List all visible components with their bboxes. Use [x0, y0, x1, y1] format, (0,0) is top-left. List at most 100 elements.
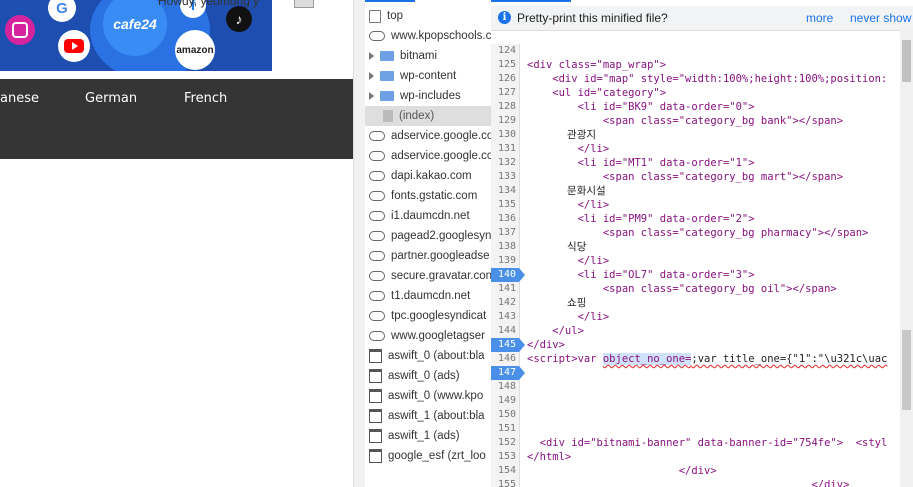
tree-item[interactable]: wp-content: [365, 66, 491, 86]
tree-item[interactable]: top: [365, 6, 491, 26]
expand-arrow-icon[interactable]: [369, 52, 374, 60]
code-text[interactable]: <span class="category_bg pharmacy"></spa…: [527, 226, 869, 240]
cloud-icon: [369, 171, 385, 181]
code-text[interactable]: 쇼핑: [527, 296, 586, 310]
expand-arrow-icon[interactable]: [369, 72, 374, 80]
line-number[interactable]: 135: [491, 198, 520, 212]
line-number[interactable]: 142: [491, 296, 520, 310]
code-text[interactable]: 문화시설: [527, 184, 606, 198]
code-text[interactable]: <span class="category_bg mart"></span>: [527, 170, 843, 184]
code-text[interactable]: <li id="PM9" data-order="2">: [527, 212, 755, 226]
code-text[interactable]: <span class="category_bg oil"></span>: [527, 282, 837, 296]
code-text[interactable]: </li>: [527, 254, 610, 268]
line-number[interactable]: 141: [491, 282, 520, 296]
code-text[interactable]: </ul>: [527, 324, 584, 338]
line-number[interactable]: 128: [491, 100, 520, 114]
tree-item[interactable]: wp-includes: [365, 86, 491, 106]
tree-item[interactable]: pagead2.googlesyn: [365, 226, 491, 246]
info-icon: i: [498, 11, 511, 24]
line-number[interactable]: 152: [491, 436, 520, 450]
breakpoint-marker[interactable]: 147: [491, 366, 525, 380]
code-text[interactable]: </li>: [527, 310, 610, 324]
nav-link-japanese[interactable]: anese: [0, 91, 39, 106]
line-number[interactable]: 129: [491, 114, 520, 128]
tree-item[interactable]: adservice.google.co: [365, 146, 491, 166]
nav-link-french[interactable]: French: [184, 91, 227, 106]
line-number[interactable]: 146: [491, 352, 520, 366]
code-text[interactable]: </div>: [527, 464, 717, 478]
code-text[interactable]: 식당: [527, 240, 586, 254]
line-number[interactable]: 134: [491, 184, 520, 198]
line-number[interactable]: 149: [491, 394, 520, 408]
tree-item-label: www.googletagser: [391, 330, 485, 342]
line-number[interactable]: 124: [491, 44, 520, 58]
tree-item[interactable]: t1.daumcdn.net: [365, 286, 491, 306]
code-text[interactable]: </div>: [527, 478, 849, 487]
line-number[interactable]: 133: [491, 170, 520, 184]
tree-item[interactable]: fonts.gstatic.com: [365, 186, 491, 206]
line-number[interactable]: 136: [491, 212, 520, 226]
code-text[interactable]: <li id="BK9" data-order="0">: [527, 100, 755, 114]
instagram-icon: [5, 15, 35, 45]
tree-item[interactable]: secure.gravatar.con: [365, 266, 491, 286]
code-text[interactable]: <div id="map" style="width:100%;height:1…: [527, 72, 887, 86]
avatar[interactable]: [294, 0, 314, 8]
line-number[interactable]: 131: [491, 142, 520, 156]
tree-item[interactable]: aswift_0 (www.kpo: [365, 386, 491, 406]
tree-item[interactable]: www.googletagser: [365, 326, 491, 346]
welcome-text: Howdy, yeomung y: [158, 0, 260, 8]
line-number[interactable]: 137: [491, 226, 520, 240]
code-text[interactable]: <ul id="category">: [527, 86, 666, 100]
code-line: 130 관광지: [491, 128, 900, 142]
code-text[interactable]: <script>var object_no_one=;var title_one…: [527, 352, 887, 366]
line-number[interactable]: 125: [491, 58, 520, 72]
tree-item[interactable]: aswift_0 (ads): [365, 366, 491, 386]
nav-link-german[interactable]: German: [85, 91, 137, 106]
line-number[interactable]: 155: [491, 478, 520, 487]
line-number[interactable]: 139: [491, 254, 520, 268]
tree-item[interactable]: i1.daumcdn.net: [365, 206, 491, 226]
line-number[interactable]: 154: [491, 464, 520, 478]
line-number[interactable]: 151: [491, 422, 520, 436]
tree-item[interactable]: bitnami: [365, 46, 491, 66]
code-text[interactable]: <li id="MT1" data-order="1">: [527, 156, 755, 170]
code-text[interactable]: <li id="OL7" data-order="3">: [527, 268, 755, 282]
more-link[interactable]: more: [806, 11, 833, 25]
line-number[interactable]: 130: [491, 128, 520, 142]
line-number[interactable]: 126: [491, 72, 520, 86]
tree-item[interactable]: aswift_1 (about:bla: [365, 406, 491, 426]
code-text[interactable]: <div class="map_wrap">: [527, 58, 666, 72]
code-text[interactable]: <div id="bitnami-banner" data-banner-id=…: [527, 436, 888, 450]
line-number[interactable]: 148: [491, 380, 520, 394]
code-text[interactable]: </li>: [527, 142, 610, 156]
code-text[interactable]: </div>: [527, 338, 565, 352]
code-text[interactable]: </html>: [527, 450, 571, 464]
code-text[interactable]: </li>: [527, 198, 610, 212]
never-show-link[interactable]: never show: [850, 11, 911, 25]
line-number[interactable]: 138: [491, 240, 520, 254]
expand-arrow-icon[interactable]: [369, 92, 374, 100]
line-number[interactable]: 153: [491, 450, 520, 464]
tree-item[interactable]: partner.googleadse: [365, 246, 491, 266]
line-number[interactable]: 144: [491, 324, 520, 338]
line-number[interactable]: 150: [491, 408, 520, 422]
line-number[interactable]: 132: [491, 156, 520, 170]
tree-item[interactable]: google_esf (zrt_loo: [365, 446, 491, 466]
tree-item[interactable]: (index): [365, 106, 491, 126]
code-line: 147: [491, 366, 900, 380]
code-text[interactable]: <span class="category_bg bank"></span>: [527, 114, 843, 128]
tree-item[interactable]: dapi.kakao.com: [365, 166, 491, 186]
scrollbar-marker: [902, 330, 911, 410]
tree-item[interactable]: aswift_1 (ads): [365, 426, 491, 446]
tree-item[interactable]: adservice.google.co: [365, 126, 491, 146]
scrollbar-thumb[interactable]: [902, 40, 911, 82]
editor-scrollbar[interactable]: [900, 30, 913, 487]
breakpoint-marker[interactable]: 145: [491, 338, 525, 352]
line-number[interactable]: 127: [491, 86, 520, 100]
tree-item[interactable]: aswift_0 (about:bla: [365, 346, 491, 366]
code-text[interactable]: 관광지: [527, 128, 596, 142]
tree-item[interactable]: tpc.googlesyndicat: [365, 306, 491, 326]
line-number[interactable]: 143: [491, 310, 520, 324]
breakpoint-marker[interactable]: 140: [491, 268, 525, 282]
tree-item[interactable]: www.kpopschools.c: [365, 26, 491, 46]
